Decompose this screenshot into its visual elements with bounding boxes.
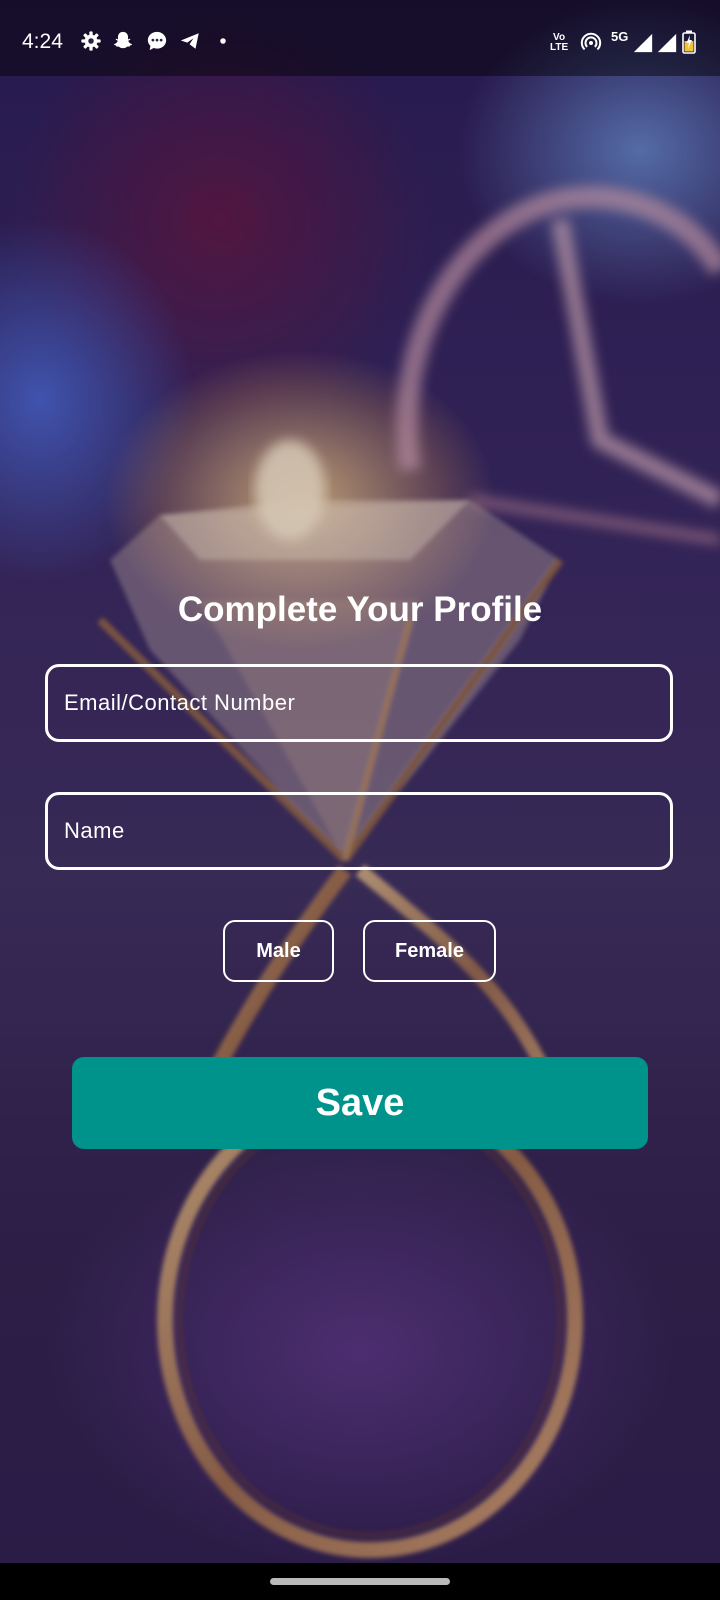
email-field-container — [45, 664, 673, 742]
name-field-container — [45, 792, 673, 870]
save-button[interactable]: Save — [72, 1057, 648, 1149]
signal-icon — [633, 33, 653, 53]
hotspot-icon — [580, 32, 602, 51]
telegram-icon — [180, 33, 199, 49]
home-gesture-handle[interactable] — [270, 1578, 450, 1585]
page-title: Complete Your Profile — [177, 590, 543, 629]
signal-icon — [657, 33, 677, 53]
snapchat-icon — [113, 31, 133, 49]
name-input[interactable] — [48, 795, 670, 867]
volte-indicator: Vo LTE — [550, 32, 569, 53]
gear-icon — [81, 31, 101, 51]
male-button[interactable]: Male — [223, 920, 334, 982]
female-button[interactable]: Female — [363, 920, 496, 982]
email-contact-input[interactable] — [48, 667, 670, 739]
navigation-bar — [0, 1563, 720, 1600]
battery-charging-icon — [682, 30, 696, 54]
message-icon — [147, 31, 167, 51]
status-time: 4:24 — [22, 30, 63, 53]
status-bar: 4:24 Vo LTE 5G — [0, 0, 720, 76]
network-type-label: 5G — [611, 29, 629, 44]
dot-icon — [220, 38, 226, 44]
